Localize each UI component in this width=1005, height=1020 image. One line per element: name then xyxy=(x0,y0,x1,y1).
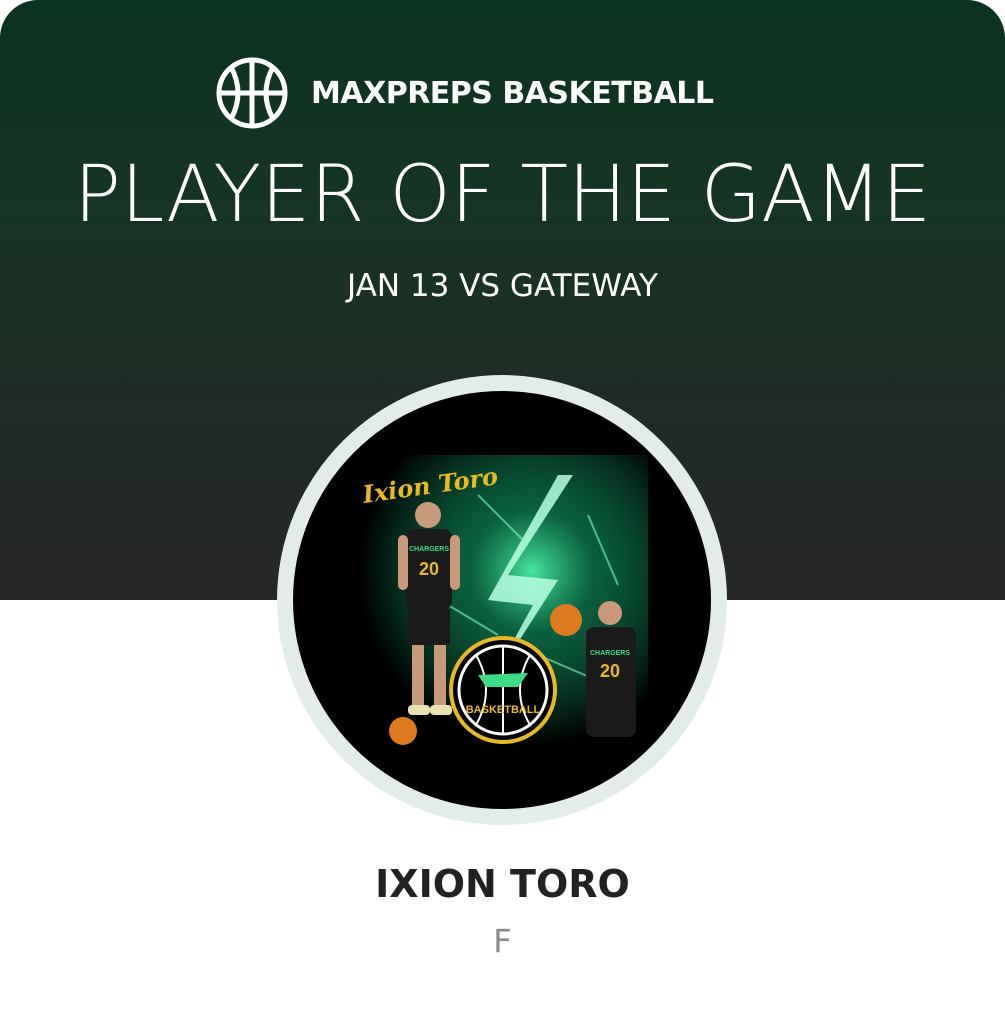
team-basketball-logo: BASKETBALL xyxy=(449,636,557,744)
brand-label: MAXPREPS BASKETBALL xyxy=(311,75,714,111)
basketball-icon xyxy=(216,57,288,129)
jersey-number-right: 20 xyxy=(600,661,620,681)
brand[interactable]: MAXPREPS BASKETBALL xyxy=(215,56,714,130)
page-title: PLAYER OF THE GAME xyxy=(73,150,932,240)
player-of-the-game-card: MAXPREPS BASKETBALL PLAYER OF THE GAME J… xyxy=(0,0,1005,1020)
jersey-text-right: CHARGERS xyxy=(590,650,630,657)
jersey-text-left: CHARGERS xyxy=(409,546,449,553)
player-name: IXION TORO xyxy=(375,862,630,906)
player-photo[interactable]: 20 CHARGERS 20 CHARGERS BASKETBALL Ixion… xyxy=(293,391,711,809)
jersey-number-left: 20 xyxy=(419,559,439,579)
game-subtitle: JAN 13 VS GATEWAY xyxy=(347,268,658,304)
player-position: F xyxy=(493,922,512,960)
logo-text: BASKETBALL xyxy=(466,704,541,716)
player-promo-graphic: 20 CHARGERS 20 CHARGERS BASKETBALL Ixion… xyxy=(358,455,648,745)
